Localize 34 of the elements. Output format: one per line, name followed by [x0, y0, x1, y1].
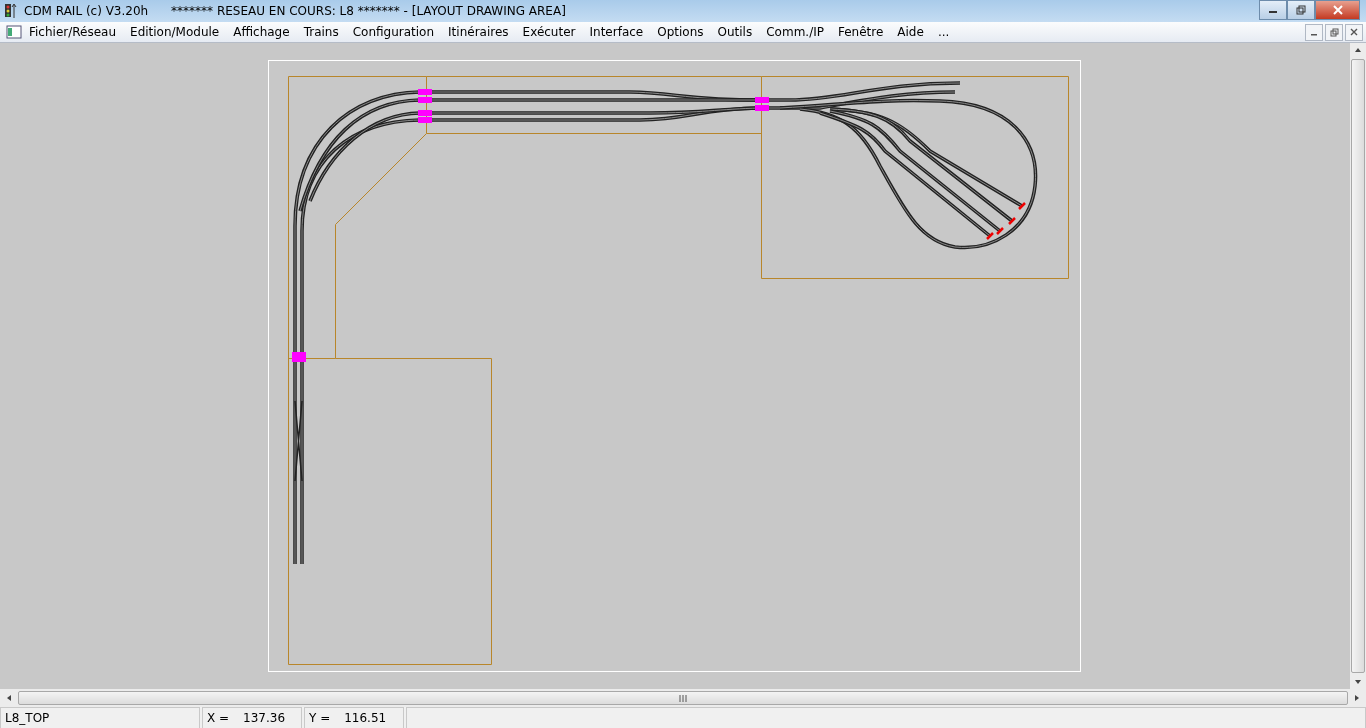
menu-item[interactable]: Configuration	[345, 25, 442, 39]
menu-item[interactable]: Interface	[582, 25, 651, 39]
module-name: L8_TOP	[5, 711, 50, 725]
menu-item[interactable]: Affichage	[226, 25, 297, 39]
menu-item[interactable]: Comm./IP	[759, 25, 831, 39]
menu-item[interactable]: Trains	[296, 25, 346, 39]
maximize-button[interactable]	[1287, 0, 1315, 20]
x-label: X =	[207, 711, 230, 725]
scrollbar-thumb[interactable]	[18, 691, 1348, 705]
close-button[interactable]	[1315, 0, 1360, 20]
menu-item[interactable]: Options	[650, 25, 711, 39]
menu-item[interactable]: Fichier/Réseau	[22, 25, 124, 39]
minimize-button[interactable]	[1259, 0, 1287, 20]
menu-item[interactable]: Edition/Module	[123, 25, 227, 39]
menu-item[interactable]: Aide	[890, 25, 931, 39]
close-button[interactable]	[1345, 23, 1363, 41]
menu-item[interactable]: Itinéraires	[441, 25, 516, 39]
scrollbar-thumb[interactable]	[1351, 59, 1365, 673]
menu-item[interactable]: ...	[930, 25, 957, 39]
menu-item[interactable]: Outils	[710, 25, 760, 39]
close-icon	[1350, 28, 1358, 36]
y-label: Y =	[309, 711, 331, 725]
window-title: CDM RAIL (c) V3.20h ******* RESEAU EN COURS: L8 ******* - [LAYOUT DRAWING AREA]	[24, 4, 566, 18]
maximize-icon	[1296, 5, 1306, 15]
document-icon[interactable]	[6, 25, 22, 39]
restore-icon	[1329, 27, 1339, 37]
restore-button[interactable]	[1325, 23, 1343, 41]
x-value: 137.36	[243, 711, 286, 725]
y-value: 116.51	[344, 711, 387, 725]
close-icon	[1331, 5, 1344, 15]
menu-item[interactable]: Fenêtre	[830, 25, 891, 39]
grip-icon	[679, 694, 687, 702]
menu-item[interactable]: Exécuter	[515, 25, 583, 39]
app-icon	[4, 3, 18, 19]
